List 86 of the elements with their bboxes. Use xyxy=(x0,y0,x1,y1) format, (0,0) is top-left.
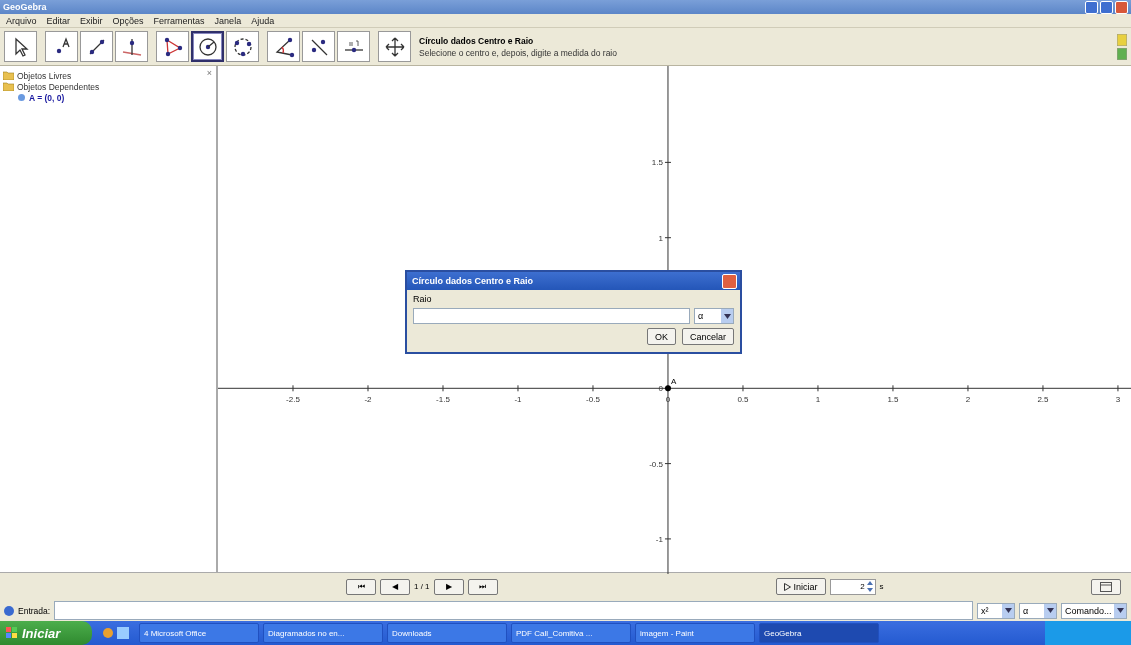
tool-button[interactable] xyxy=(267,31,300,62)
x-tick-label: -2.5 xyxy=(286,395,300,405)
symbol-dropdown[interactable]: α xyxy=(694,308,734,324)
taskbar-item[interactable]: GeoGebra xyxy=(759,623,879,643)
y-tick-label: 0 xyxy=(658,384,663,394)
y-tick-label: 1 xyxy=(658,233,663,243)
input-label: Entrada: xyxy=(18,605,51,616)
taskbar-item[interactable]: Downloads xyxy=(387,623,507,643)
play-button[interactable]: Iniciar xyxy=(775,578,826,595)
x-tick-label: 2 xyxy=(965,395,971,405)
x-tick-label: 1 xyxy=(815,395,821,405)
tool-help-text: Selecione o centro e, depois, digite a medida do raio xyxy=(419,47,618,58)
protocol-button[interactable] xyxy=(1091,578,1121,595)
point-marker[interactable] xyxy=(665,385,671,392)
next-step-button[interactable]: ▶ xyxy=(433,578,464,595)
taskbar-item[interactable]: imagem - Paint xyxy=(635,623,755,643)
help-icon[interactable] xyxy=(4,605,14,616)
chevron-down-icon xyxy=(1046,608,1054,613)
menu-item[interactable]: Janela xyxy=(214,15,242,26)
quick-launch-icon[interactable] xyxy=(102,627,114,639)
point-label: A xyxy=(671,377,677,387)
tree-folder-label[interactable]: Objetos Livres xyxy=(17,70,72,81)
chevron-down-icon xyxy=(723,313,731,319)
tool-button[interactable] xyxy=(302,31,335,62)
tool-button[interactable] xyxy=(45,31,78,62)
maximize-button[interactable] xyxy=(1100,0,1113,14)
start-button[interactable]: Iniciar xyxy=(0,621,92,645)
tool-button[interactable] xyxy=(156,31,189,62)
menu-item[interactable]: Ferramentas xyxy=(153,15,205,26)
chevron-down-icon xyxy=(1116,608,1124,613)
play-icon xyxy=(783,582,791,591)
input-dropdown[interactable]: x² xyxy=(977,602,1015,619)
point-icon xyxy=(17,93,26,102)
tool-button[interactable] xyxy=(226,31,259,62)
x-tick-label: -0.5 xyxy=(586,395,600,405)
previous-step-button[interactable]: ◀ xyxy=(380,578,410,595)
taskbar-item[interactable]: 4 Microsoft Office xyxy=(139,623,259,643)
cancel-button[interactable]: Cancelar xyxy=(681,328,734,345)
close-panel-button[interactable]: × xyxy=(206,68,212,78)
chevron-down-icon xyxy=(1004,608,1012,613)
dialog-title: Círculo dados Centro e Raio xyxy=(412,276,534,286)
menu-item[interactable]: Arquivo xyxy=(6,15,37,26)
input-dropdown[interactable]: Comando... xyxy=(1061,602,1127,619)
input-dropdown[interactable]: α xyxy=(1019,602,1057,619)
input-field[interactable] xyxy=(54,601,973,620)
unit-label: s xyxy=(879,582,884,591)
taskbar-item[interactable]: PDF Call_Comitiva ... xyxy=(511,623,631,643)
close-button[interactable] xyxy=(722,273,737,289)
windows-logo-icon xyxy=(6,627,18,639)
x-tick-label: -2 xyxy=(364,395,372,405)
minimize-button[interactable] xyxy=(1085,0,1098,14)
table-icon xyxy=(1100,581,1112,592)
tool-button[interactable] xyxy=(4,31,37,62)
y-tick-label: -0.5 xyxy=(649,459,663,469)
menu-item[interactable]: Opções xyxy=(112,15,144,26)
folder-icon xyxy=(3,82,14,91)
x-tick-label: 0.5 xyxy=(737,395,749,405)
tool-button[interactable] xyxy=(191,31,224,62)
folder-icon xyxy=(3,71,14,80)
y-tick-label: 1.5 xyxy=(651,158,663,168)
radius-input-field[interactable] xyxy=(413,308,690,324)
x-tick-label: 1.5 xyxy=(887,395,899,405)
tool-help-title: Círculo dados Centro e Raio xyxy=(419,35,535,46)
spinner-arrows-icon[interactable] xyxy=(866,581,873,592)
menu-item[interactable]: Exibir xyxy=(80,15,103,26)
menu-item[interactable]: Ajuda xyxy=(251,15,275,26)
field-label: Raio xyxy=(413,294,433,304)
speed-spinner[interactable]: 2 xyxy=(829,578,876,595)
ok-button[interactable]: OK xyxy=(646,328,676,345)
x-tick-label: 2.5 xyxy=(1037,395,1049,405)
x-tick-label: 3 xyxy=(1115,395,1121,405)
menu-item[interactable]: Editar xyxy=(46,15,71,26)
window-title: GeoGebra xyxy=(3,2,47,12)
last-step-button[interactable]: ⏭ xyxy=(467,578,498,595)
tool-button[interactable] xyxy=(80,31,113,62)
first-step-button[interactable]: ⏮ xyxy=(346,578,376,595)
close-button[interactable] xyxy=(1115,0,1128,14)
taskbar-item[interactable]: Diagramados no en... xyxy=(263,623,383,643)
tree-object-label[interactable]: A = (0, 0) xyxy=(29,92,65,103)
x-tick-label: 0 xyxy=(665,395,671,405)
step-counter: 1 / 1 xyxy=(414,582,430,591)
tree-folder-label[interactable]: Objetos Dependentes xyxy=(17,81,100,92)
tool-button[interactable] xyxy=(378,31,411,62)
x-tick-label: -1.5 xyxy=(436,395,450,405)
x-tick-label: -1 xyxy=(514,395,522,405)
y-tick-label: -1 xyxy=(655,534,663,544)
